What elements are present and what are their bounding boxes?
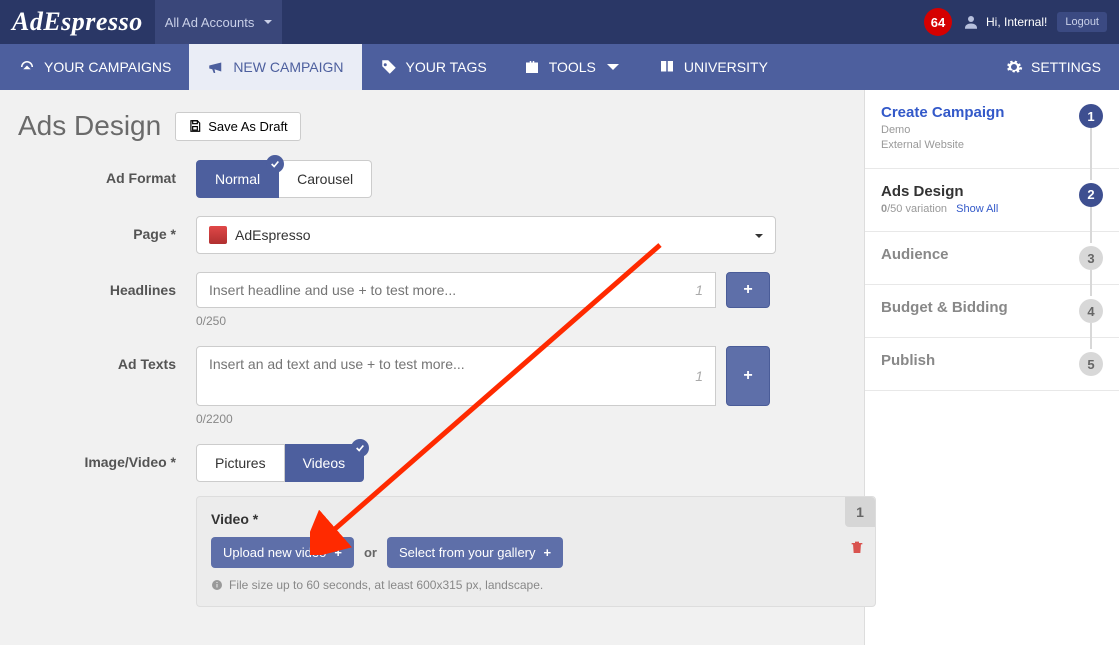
step-title: Budget & Bidding — [881, 299, 1079, 316]
format-normal-toggle[interactable]: Normal — [196, 160, 279, 198]
step-title: Ads Design — [881, 183, 1079, 200]
nav-label: NEW CAMPAIGN — [233, 59, 343, 75]
topbar: AdEspresso All Ad Accounts 64 Hi, Intern… — [0, 0, 1119, 44]
select-gallery-button[interactable]: Select from your gallery + — [387, 537, 563, 568]
pictures-tab[interactable]: Pictures — [196, 444, 285, 482]
upload-label: Upload new video — [223, 545, 326, 560]
add-adtext-button[interactable]: + — [726, 346, 770, 406]
step-number: 3 — [1079, 246, 1103, 270]
nav-settings[interactable]: SETTINGS — [987, 44, 1119, 90]
plus-icon: + — [743, 281, 752, 299]
file-hint: File size up to 60 seconds, at least 600… — [211, 578, 861, 592]
gallery-label: Select from your gallery — [399, 545, 536, 560]
panel-count-badge: 1 — [845, 497, 875, 527]
format-carousel-toggle[interactable]: Carousel — [279, 160, 372, 198]
adtexts-input[interactable] — [209, 356, 687, 396]
step-audience[interactable]: Audience 3 — [865, 232, 1119, 285]
save-label: Save As Draft — [208, 119, 287, 134]
gear-icon — [1005, 58, 1023, 76]
ad-format-label: Ad Format — [18, 160, 176, 186]
page-value: AdEspresso — [235, 227, 310, 243]
step-publish[interactable]: Publish 5 — [865, 338, 1119, 391]
nav-new-campaign[interactable]: NEW CAMPAIGN — [189, 44, 361, 90]
nav-tools[interactable]: TOOLS — [505, 44, 640, 90]
adtexts-limit: 0/2200 — [196, 412, 846, 426]
video-panel: 1 Video * Upload new video + or Select f… — [196, 496, 876, 607]
step-create-campaign[interactable]: Create Campaign DemoExternal Website 1 — [865, 90, 1119, 169]
account-selector[interactable]: All Ad Accounts — [155, 0, 283, 44]
headlines-limit: 0/250 — [196, 314, 846, 328]
notification-badge[interactable]: 64 — [924, 8, 952, 36]
toggle-label: Videos — [303, 455, 346, 471]
videos-tab[interactable]: Videos — [285, 444, 365, 482]
check-icon — [351, 439, 369, 457]
plus-icon: + — [334, 545, 342, 560]
briefcase-icon — [523, 58, 541, 76]
content-area: Ads Design Save As Draft Ad Format Norma… — [0, 90, 864, 645]
user-icon — [962, 13, 980, 31]
adtexts-counter: 1 — [695, 368, 703, 384]
tag-icon — [380, 58, 398, 76]
save-draft-button[interactable]: Save As Draft — [175, 112, 300, 141]
video-section-title: Video * — [211, 511, 861, 527]
brand-logo[interactable]: AdEspresso — [12, 7, 143, 37]
chevron-down-icon — [604, 58, 622, 76]
step-sub: DemoExternal Website — [881, 123, 1079, 154]
nav-your-tags[interactable]: YOUR TAGS — [362, 44, 505, 90]
adtexts-label: Ad Texts — [18, 346, 176, 372]
headlines-input[interactable] — [209, 282, 687, 298]
step-number: 1 — [1079, 104, 1103, 128]
trash-icon — [849, 539, 865, 555]
step-title: Publish — [881, 352, 1079, 369]
add-headline-button[interactable]: + — [726, 272, 770, 308]
headlines-counter: 1 — [695, 282, 703, 298]
step-budget-bidding[interactable]: Budget & Bidding 4 — [865, 285, 1119, 338]
headlines-label: Headlines — [18, 272, 176, 298]
step-title: Audience — [881, 246, 1079, 263]
nav-label: YOUR TAGS — [406, 59, 487, 75]
page-label: Page * — [18, 216, 176, 242]
upload-video-button[interactable]: Upload new video + — [211, 537, 354, 568]
step-number: 5 — [1079, 352, 1103, 376]
delete-video-button[interactable] — [849, 539, 865, 558]
save-icon — [188, 119, 202, 133]
imagevideo-label: Image/Video * — [18, 444, 176, 470]
hint-text: File size up to 60 seconds, at least 600… — [229, 578, 543, 592]
logout-button[interactable]: Logout — [1057, 12, 1107, 32]
show-all-link[interactable]: Show All — [956, 203, 998, 215]
book-icon — [658, 58, 676, 76]
or-separator: or — [364, 545, 377, 560]
page-title: Ads Design — [18, 110, 161, 142]
step-number: 2 — [1079, 183, 1103, 207]
step-sub: 0/50 variation Show All — [881, 202, 1079, 217]
step-title: Create Campaign — [881, 104, 1079, 121]
steps-sidebar: Create Campaign DemoExternal Website 1 A… — [864, 90, 1119, 645]
megaphone-icon — [207, 58, 225, 76]
nav-university[interactable]: UNIVERSITY — [640, 44, 786, 90]
nav-label: SETTINGS — [1031, 59, 1101, 75]
nav-label: TOOLS — [549, 59, 596, 75]
nav-label: YOUR CAMPAIGNS — [44, 59, 171, 75]
main-nav: YOUR CAMPAIGNS NEW CAMPAIGN YOUR TAGS TO… — [0, 44, 1119, 90]
nav-your-campaigns[interactable]: YOUR CAMPAIGNS — [0, 44, 189, 90]
toggle-label: Normal — [215, 171, 260, 187]
step-ads-design[interactable]: Ads Design 0/50 variation Show All 2 — [865, 169, 1119, 232]
step-number: 4 — [1079, 299, 1103, 323]
plus-icon: + — [544, 545, 552, 560]
page-avatar-icon — [209, 226, 227, 244]
greeting-text: Hi, Internal! — [986, 15, 1047, 29]
nav-label: UNIVERSITY — [684, 59, 768, 75]
dashboard-icon — [18, 58, 36, 76]
plus-icon: + — [743, 367, 752, 385]
check-icon — [266, 155, 284, 173]
page-select[interactable]: AdEspresso — [196, 216, 776, 254]
